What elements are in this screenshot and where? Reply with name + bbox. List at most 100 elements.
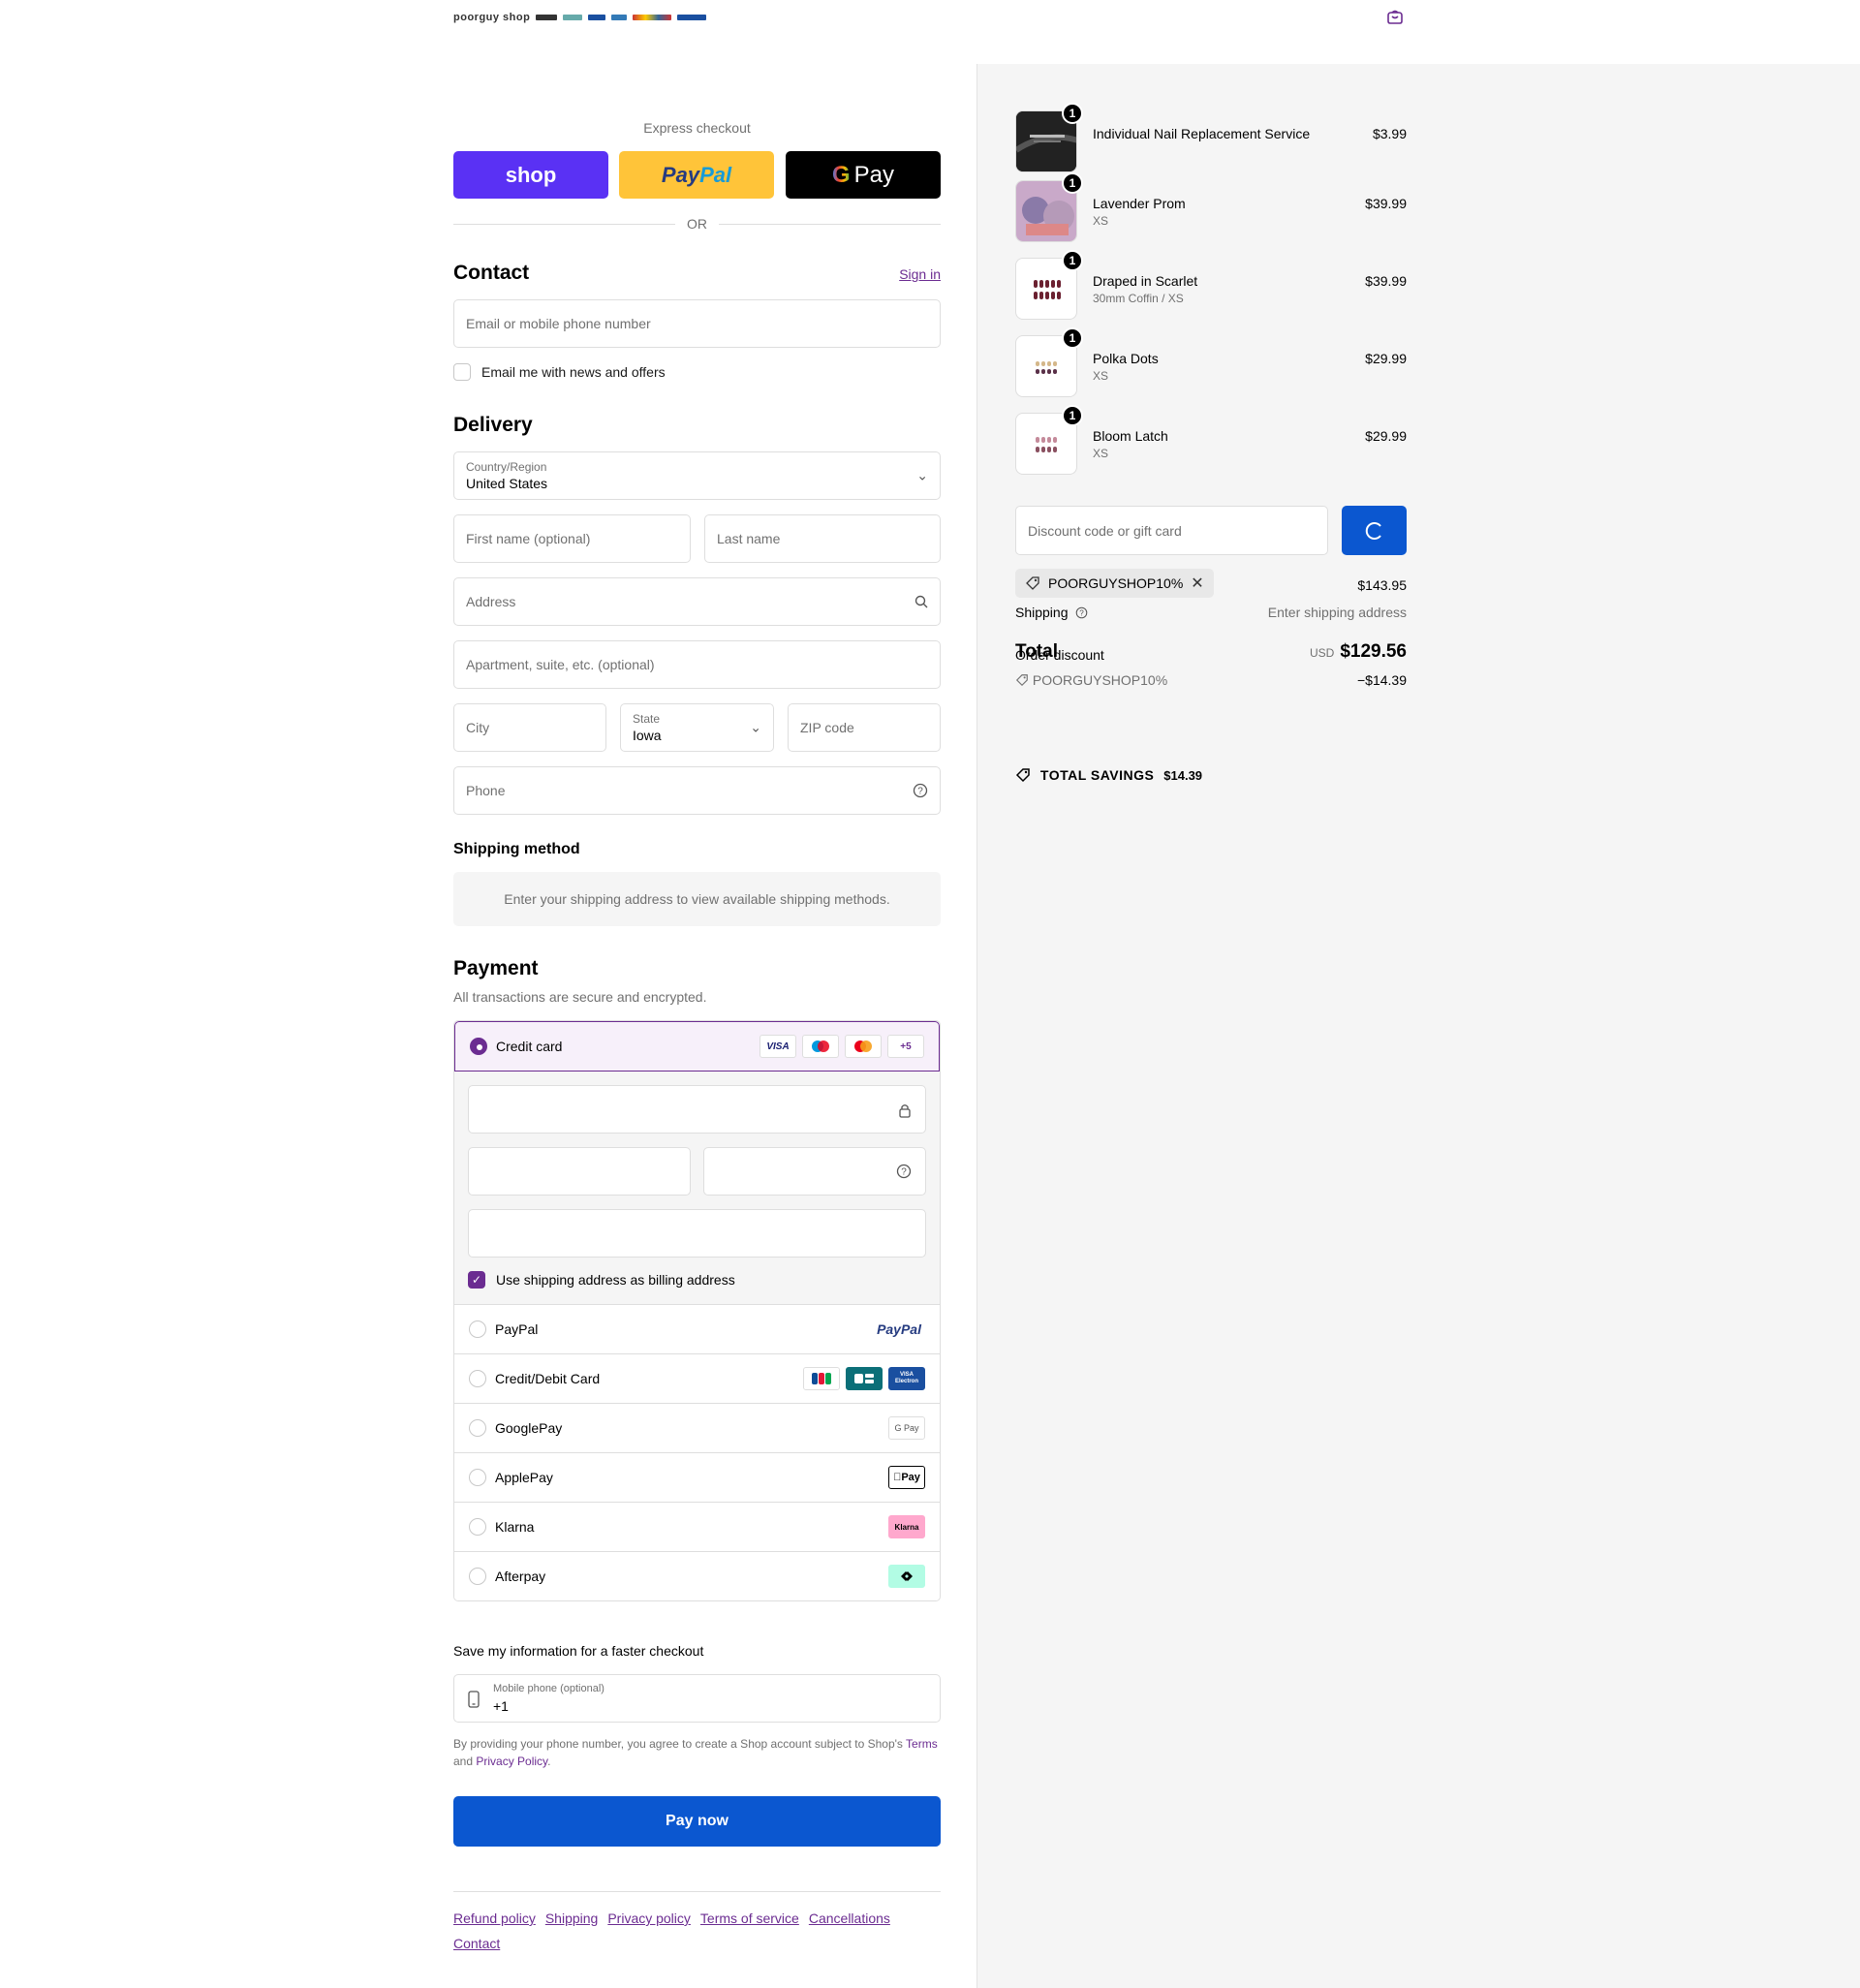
name-on-card-field[interactable] <box>468 1209 926 1258</box>
apartment-field[interactable]: Apartment, suite, etc. (optional) <box>453 640 941 689</box>
cart-icon[interactable] <box>1385 10 1405 25</box>
afterpay-radio[interactable] <box>469 1568 486 1585</box>
help-icon[interactable]: ? <box>913 783 928 798</box>
cancellations-link[interactable]: Cancellations <box>809 1910 890 1926</box>
store-logo[interactable]: poorguy shop <box>453 12 707 23</box>
item-price: $39.99 <box>1365 273 1407 289</box>
apply-discount-button[interactable] <box>1342 506 1407 555</box>
discount-code-field[interactable]: Discount code or gift card <box>1015 506 1328 555</box>
googlepay-label: GooglePay <box>495 1420 563 1436</box>
footer-links: Refund policy Shipping Privacy policy Terms… <box>453 1891 941 1956</box>
terms-link[interactable]: Terms <box>906 1737 938 1751</box>
billing-same-label: Use shipping address as billing address <box>496 1272 735 1288</box>
item-variant: XS <box>1093 214 1109 228</box>
chevron-down-icon: ⌄ <box>750 719 761 735</box>
credit-card-radio[interactable] <box>470 1038 487 1055</box>
credit-debit-label: Credit/Debit Card <box>495 1371 601 1386</box>
shipping-method-heading: Shipping method <box>453 841 580 857</box>
first-name-field[interactable]: First name (optional) <box>453 514 691 563</box>
item-variant: XS <box>1093 447 1109 460</box>
pay-now-button[interactable]: Pay now <box>453 1796 941 1847</box>
discount-code-label: POORGUYSHOP10% <box>1032 672 1168 688</box>
klarna-logo-icon: Klarna <box>888 1515 925 1538</box>
quantity-badge: 1 <box>1062 327 1083 349</box>
mobile-phone-icon <box>468 1691 480 1708</box>
security-code-field[interactable]: ? <box>703 1147 926 1196</box>
sign-in-link[interactable]: Sign in <box>899 266 941 282</box>
applepay-option[interactable]: ApplePay Pay <box>454 1452 940 1502</box>
afterpay-label: Afterpay <box>495 1569 546 1584</box>
shipping-label: Shipping <box>1015 605 1069 620</box>
googlepay-option[interactable]: GooglePay G Pay <box>454 1403 940 1452</box>
cart-item: 1 Individual Nail Replacement Service $3… <box>1015 103 1407 172</box>
paypal-logo-icon: PayPal <box>877 1321 921 1337</box>
contact-link[interactable]: Contact <box>453 1936 500 1951</box>
or-divider: OR <box>453 216 941 232</box>
remove-discount-icon[interactable]: ✕ <box>1191 574 1203 593</box>
privacy-policy-link[interactable]: Privacy Policy <box>476 1755 547 1768</box>
credit-debit-option[interactable]: Credit/Debit Card VISA Electron <box>454 1353 940 1403</box>
svg-text:?: ? <box>901 1167 907 1178</box>
applepay-radio[interactable] <box>469 1469 486 1486</box>
expiry-field[interactable] <box>468 1147 691 1196</box>
quantity-badge: 1 <box>1062 250 1083 271</box>
shipping-value: Enter shipping address <box>1267 605 1407 620</box>
contact-heading: Contact <box>453 262 530 284</box>
cart-item: 1 Draped in Scarlet 30mm Coffin / XS $39… <box>1015 250 1407 320</box>
privacy-policy-footer-link[interactable]: Privacy policy <box>607 1910 691 1926</box>
shipping-link[interactable]: Shipping <box>545 1910 599 1926</box>
discount-value: −$14.39 <box>1357 672 1407 688</box>
mastercard-icon <box>845 1035 882 1058</box>
sms-legal-text: By providing your phone number, you agre… <box>453 1737 938 1768</box>
city-field[interactable]: City <box>453 703 606 752</box>
paypal-button[interactable]: Pay Pal <box>619 151 774 199</box>
total-savings: TOTAL SAVINGS $14.39 <box>1015 767 1407 783</box>
credit-debit-radio[interactable] <box>469 1370 486 1387</box>
paypal-option[interactable]: PayPal PayPal <box>454 1304 940 1353</box>
item-name: Individual Nail Replacement Service <box>1093 126 1311 141</box>
afterpay-option[interactable]: Afterpay <box>454 1551 940 1600</box>
terms-of-service-link[interactable]: Terms of service <box>700 1910 799 1926</box>
credit-card-form: ? ✓ Use shipping address as billing addr… <box>454 1072 940 1304</box>
klarna-radio[interactable] <box>469 1518 486 1536</box>
paypal-radio[interactable] <box>469 1320 486 1338</box>
paypal-label: PayPal <box>495 1321 539 1337</box>
apple-pay-logo-icon: Pay <box>888 1466 925 1489</box>
cart-item: 1 Bloom Latch XS $29.99 <box>1015 405 1407 475</box>
refund-policy-link[interactable]: Refund policy <box>453 1910 536 1926</box>
svg-text:?: ? <box>917 787 923 797</box>
address-field[interactable]: Address <box>453 577 941 626</box>
header: poorguy shop <box>0 0 1860 64</box>
shipping-row: Shipping ? Enter shipping address <box>1015 605 1407 620</box>
zip-field[interactable]: ZIP code <box>788 703 941 752</box>
country-select[interactable]: Country/Region United States ⌄ <box>453 451 941 500</box>
mobile-phone-field[interactable]: Mobile phone (optional) +1 <box>453 1674 941 1723</box>
discount-code-row: POORGUYSHOP10% −$14.39 <box>1015 672 1407 688</box>
help-icon[interactable]: ? <box>1075 606 1088 619</box>
klarna-option[interactable]: Klarna Klarna <box>454 1502 940 1551</box>
card-number-field[interactable] <box>468 1085 926 1134</box>
billing-same-checkbox[interactable]: ✓ <box>468 1271 485 1289</box>
visa-icon: VISA <box>760 1035 796 1058</box>
newsletter-label: Email me with news and offers <box>481 364 666 380</box>
google-pay-button[interactable]: G Pay <box>786 151 941 199</box>
googlepay-radio[interactable] <box>469 1419 486 1437</box>
last-name-field[interactable]: Last name <box>704 514 941 563</box>
help-icon[interactable]: ? <box>896 1164 912 1179</box>
quantity-badge: 1 <box>1062 405 1083 426</box>
express-checkout-label: Express checkout <box>643 120 751 136</box>
item-name: Lavender Prom <box>1093 196 1186 211</box>
cart-item: 1 Lavender Prom XS $39.99 <box>1015 172 1407 242</box>
phone-field[interactable]: Phone ? <box>453 766 941 815</box>
shop-pay-button[interactable]: shop <box>453 151 608 199</box>
search-icon <box>914 595 928 608</box>
credit-card-option[interactable]: Credit card VISA +5 <box>454 1021 940 1072</box>
svg-text:?: ? <box>1080 608 1085 617</box>
email-field[interactable]: Email or mobile phone number <box>453 299 941 348</box>
delivery-heading: Delivery <box>453 414 533 436</box>
payment-heading: Payment <box>453 957 539 979</box>
item-name: Bloom Latch <box>1093 428 1168 444</box>
state-select[interactable]: State Iowa ⌄ <box>620 703 774 752</box>
credit-card-label: Credit card <box>496 1039 563 1054</box>
newsletter-checkbox[interactable] <box>453 363 471 381</box>
